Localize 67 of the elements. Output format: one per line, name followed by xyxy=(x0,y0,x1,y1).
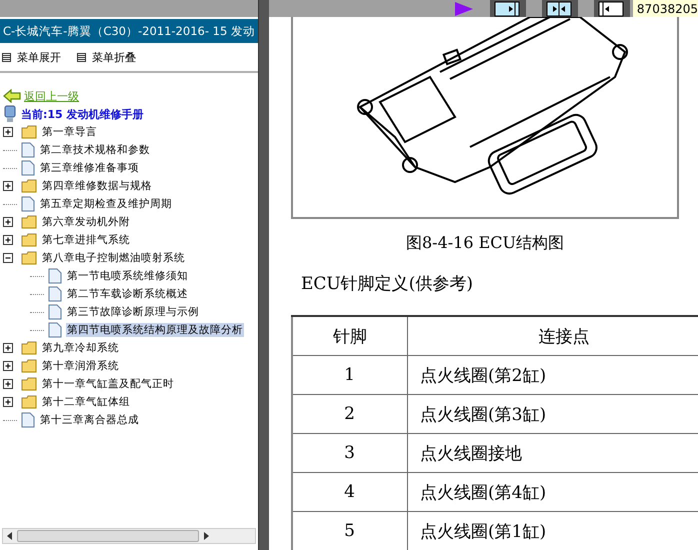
expand-toggle[interactable] xyxy=(3,235,13,245)
tree-item[interactable]: 第一章导言 xyxy=(41,125,98,139)
tree-item[interactable]: 第三节故障诊断原理与示例 xyxy=(66,305,200,319)
previous-page-button[interactable] xyxy=(594,0,630,17)
list-icon xyxy=(2,52,11,62)
current-location: 当前:15 发动机维修手册 xyxy=(21,106,144,122)
document-icon xyxy=(21,160,35,176)
expand-toggle[interactable] xyxy=(3,343,13,353)
back-link[interactable]: 返回上一级 xyxy=(24,88,79,104)
expand-toggle[interactable] xyxy=(3,397,13,407)
tree-item[interactable]: 第二节车载诊断系统概述 xyxy=(66,287,189,301)
menu-button[interactable]: 菜单展开 xyxy=(17,50,61,64)
document-icon xyxy=(48,322,62,338)
tree-item[interactable]: 第八章电子控制燃油喷射系统 xyxy=(41,251,186,265)
folder-icon xyxy=(21,125,37,139)
folder-icon xyxy=(21,179,37,193)
page-number: 87038205 xyxy=(632,0,698,17)
document-icon xyxy=(48,268,62,284)
expand-toggle[interactable] xyxy=(3,361,13,371)
folder-icon xyxy=(21,359,37,373)
list-icon xyxy=(77,52,86,62)
folder-icon xyxy=(21,215,37,229)
document-icon xyxy=(48,304,62,320)
document-icon xyxy=(21,196,35,212)
tree-item[interactable]: 第十二章气缸体组 xyxy=(41,395,131,409)
next-page-button[interactable] xyxy=(490,0,526,17)
tree-item[interactable]: 第一节电喷系统维修须知 xyxy=(66,269,189,283)
section-title: ECU针脚定义(供参考) xyxy=(301,273,474,295)
tree-item[interactable]: 第三章维修准备事项 xyxy=(39,161,140,175)
tree-item[interactable]: 第四章维修数据与规格 xyxy=(41,179,153,193)
horizontal-scrollbar[interactable] xyxy=(2,528,256,544)
fit-page-button[interactable] xyxy=(542,0,578,17)
document-icon xyxy=(21,142,35,158)
scroll-left-icon[interactable] xyxy=(7,532,13,540)
collapse-toggle[interactable] xyxy=(3,253,13,263)
expand-toggle[interactable] xyxy=(3,217,13,227)
figure-caption: 图8-4-16 ECU结构图 xyxy=(404,233,566,254)
column-header: 连接点 xyxy=(408,316,698,356)
folder-icon xyxy=(21,395,37,409)
expand-toggle[interactable] xyxy=(3,379,13,389)
tree-item[interactable]: 第六章发动机外附 xyxy=(41,215,131,229)
table-cell: 1 xyxy=(292,356,408,394)
menu-button[interactable]: 菜单折叠 xyxy=(92,50,136,64)
column-header: 针脚 xyxy=(292,316,408,356)
table-cell: 2 xyxy=(292,394,408,434)
table-cell: 4 xyxy=(292,472,408,512)
folder-icon xyxy=(21,233,37,247)
expand-toggle[interactable] xyxy=(3,127,13,137)
computer-icon xyxy=(3,105,17,123)
tree-item[interactable]: 第十三章离合器总成 xyxy=(39,413,140,427)
tree-item[interactable]: 第七章进排气系统 xyxy=(41,233,131,247)
table-cell: 3 xyxy=(292,434,408,472)
tree-item[interactable]: 第十一章气缸盖及配气正时 xyxy=(41,377,175,391)
folder-icon xyxy=(21,341,37,355)
scroll-right-icon[interactable] xyxy=(203,532,209,540)
folder-icon xyxy=(21,251,37,265)
tree-item[interactable]: 第九章冷却系统 xyxy=(41,341,120,355)
expand-toggle[interactable] xyxy=(3,181,13,191)
tree-item[interactable]: 第二章技术规格和参数 xyxy=(39,143,151,157)
tree-item[interactable]: 第十章润滑系统 xyxy=(41,359,120,373)
document-icon xyxy=(48,286,62,302)
left-arrow-icon xyxy=(3,89,21,103)
tree-item[interactable]: 第五章定期检查及维护周期 xyxy=(39,197,173,211)
document-icon xyxy=(21,412,35,428)
tree-item[interactable]: 第四节电喷系统结构原理及故障分析 xyxy=(66,323,244,337)
panel-title: C-长城汽车-腾翼（C30）-2011-2016- 15 发动 xyxy=(0,19,258,43)
folder-icon xyxy=(21,377,37,391)
